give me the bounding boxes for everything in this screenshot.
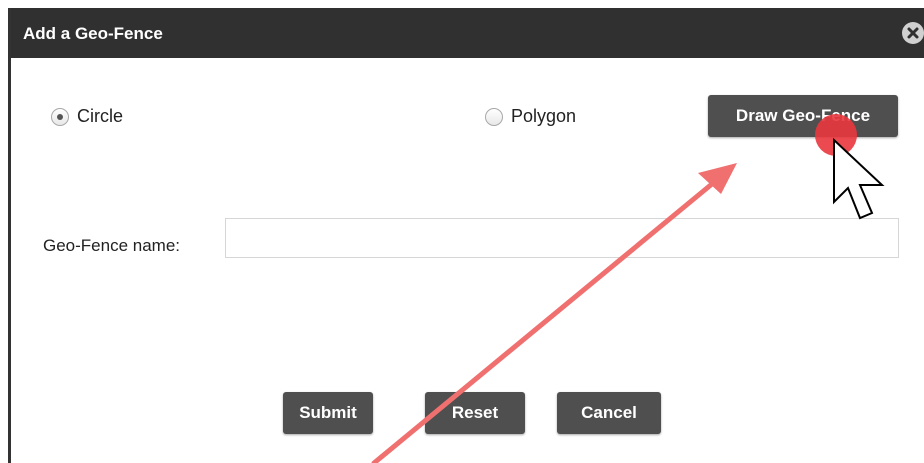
geo-fence-name-input[interactable]	[225, 218, 899, 258]
radio-circle-option[interactable]: Circle	[51, 106, 123, 127]
geo-fence-name-label: Geo-Fence name:	[43, 236, 181, 255]
radio-circle-label: Circle	[77, 106, 124, 126]
radio-circle-icon[interactable]	[51, 107, 69, 126]
close-icon[interactable]	[902, 22, 924, 44]
reset-button[interactable]: Reset	[425, 392, 525, 434]
radio-polygon-option[interactable]: Polygon	[485, 106, 576, 127]
dialog-title: Add a Geo-Fence	[23, 24, 163, 43]
submit-button[interactable]: Submit	[283, 392, 373, 434]
radio-polygon-label: Polygon	[511, 106, 577, 126]
draw-geo-fence-button[interactable]: Draw Geo-Fence	[708, 95, 898, 137]
dialog-titlebar: Add a Geo-Fence	[11, 8, 924, 58]
cancel-button[interactable]: Cancel	[557, 392, 661, 434]
geo-fence-dialog: Add a Geo-Fence Circle Polygon Draw Geo-…	[8, 8, 924, 463]
screenshot-stage: Add a Geo-Fence Circle Polygon Draw Geo-…	[0, 0, 924, 463]
radio-polygon-icon[interactable]	[485, 107, 503, 126]
